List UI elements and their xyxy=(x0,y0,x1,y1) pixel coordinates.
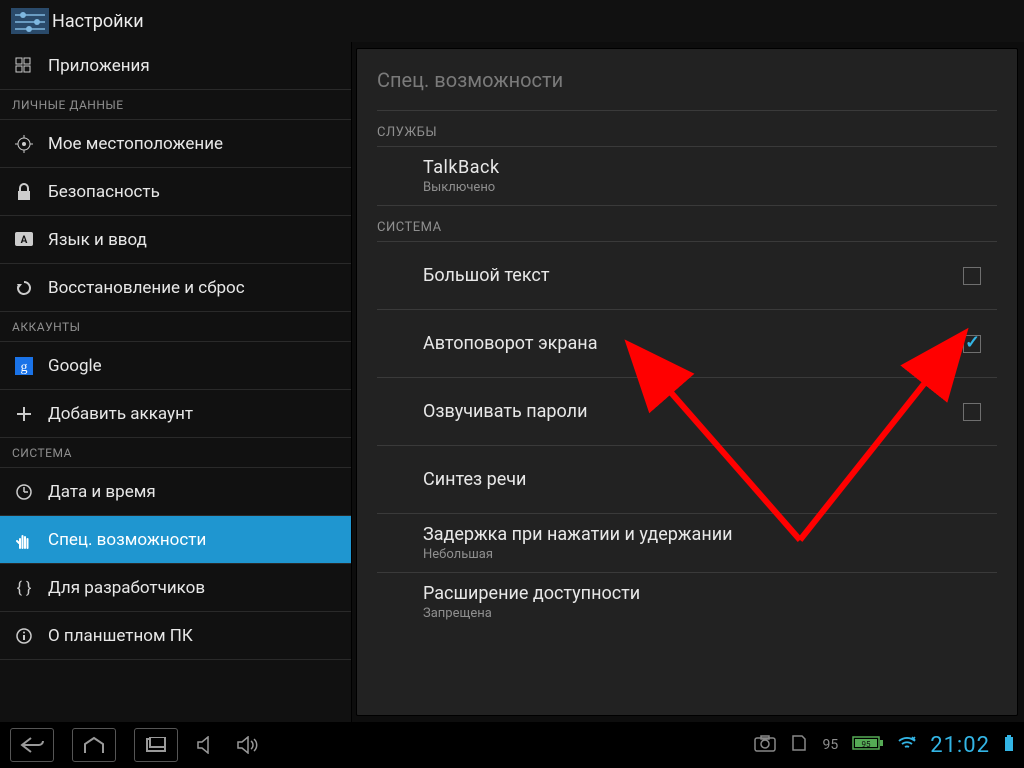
backup-icon xyxy=(10,279,38,297)
row-tts[interactable]: Синтез речи xyxy=(377,446,997,514)
row-subtitle: Выключено xyxy=(423,180,997,195)
screenshot-icon[interactable] xyxy=(754,734,776,756)
sidebar-item-datetime[interactable]: Дата и время xyxy=(0,468,351,516)
sidebar-item-language[interactable]: A Язык и ввод xyxy=(0,216,351,264)
apps-icon xyxy=(10,57,38,75)
sidebar-header-system: СИСТЕМА xyxy=(0,438,351,468)
language-icon: A xyxy=(10,232,38,248)
sidebar-item-label: Добавить аккаунт xyxy=(48,404,193,424)
detail-pane: Спец. возможности СЛУЖБЫ TalkBack Выключ… xyxy=(356,48,1018,716)
battery-small-icon xyxy=(1004,734,1014,756)
sidebar-item-label: Дата и время xyxy=(48,482,156,502)
sidebar-item-label: Мое местоположение xyxy=(48,134,223,154)
row-touch-delay[interactable]: Задержка при нажатии и удержании Небольш… xyxy=(377,514,997,573)
nav-back-button[interactable] xyxy=(10,728,54,762)
section-system: СИСТЕМА xyxy=(377,206,997,242)
checkbox-speak-passwords[interactable] xyxy=(963,403,981,421)
sidebar-item-developer[interactable]: { } Для разработчиков xyxy=(0,564,351,612)
battery-icon: 95 xyxy=(852,735,884,755)
sidebar-item-google[interactable]: g Google xyxy=(0,342,351,390)
nav-volume-down[interactable] xyxy=(196,728,218,762)
row-speak-passwords[interactable]: Озвучивать пароли xyxy=(377,378,997,446)
settings-sidebar: Приложения ЛИЧНЫЕ ДАННЫЕ Мое местоположе… xyxy=(0,42,352,722)
row-subtitle: Небольшая xyxy=(423,547,997,562)
sidebar-item-label: Приложения xyxy=(48,56,150,76)
location-icon xyxy=(10,135,38,153)
wifi-icon xyxy=(898,735,916,755)
sidebar-header-personal: ЛИЧНЫЕ ДАННЫЕ xyxy=(0,90,351,120)
row-title: Расширение доступности xyxy=(423,583,997,604)
lock-icon xyxy=(10,183,38,201)
row-title: Задержка при нажатии и удержании xyxy=(423,524,997,545)
checkbox-large-text[interactable] xyxy=(963,267,981,285)
row-talkback[interactable]: TalkBack Выключено xyxy=(377,147,997,206)
sidebar-item-accessibility[interactable]: Спец. возможности xyxy=(0,516,351,564)
settings-app-icon xyxy=(8,7,52,35)
braces-icon: { } xyxy=(10,578,38,597)
sidebar-item-label: Восстановление и сброс xyxy=(48,278,245,298)
nav-home-button[interactable] xyxy=(72,728,116,762)
header-title: Настройки xyxy=(52,11,144,32)
row-title: Большой текст xyxy=(423,265,963,286)
row-subtitle: Запрещена xyxy=(423,606,997,621)
nav-volume-up[interactable] xyxy=(236,728,262,762)
sidebar-item-label: Язык и ввод xyxy=(48,230,147,250)
sidebar-item-label: Для разработчиков xyxy=(48,578,205,598)
sidebar-item-apps[interactable]: Приложения xyxy=(0,42,351,90)
row-title: TalkBack xyxy=(423,157,997,178)
system-navbar: 95 95 21:02 xyxy=(0,722,1024,768)
sidebar-item-location[interactable]: Мое местоположение xyxy=(0,120,351,168)
svg-text:95: 95 xyxy=(862,740,871,749)
sidebar-item-label: Безопасность xyxy=(48,182,160,202)
svg-text:g: g xyxy=(21,360,28,375)
header-bar: Настройки xyxy=(0,0,1024,42)
sidebar-item-about[interactable]: О планшетном ПК xyxy=(0,612,351,660)
sidebar-item-security[interactable]: Безопасность xyxy=(0,168,351,216)
detail-title: Спец. возможности xyxy=(377,49,997,111)
nav-recent-button[interactable] xyxy=(134,728,178,762)
hand-icon xyxy=(10,531,38,549)
checkbox-autorotate[interactable] xyxy=(963,335,981,353)
row-large-text[interactable]: Большой текст xyxy=(377,242,997,310)
section-services: СЛУЖБЫ xyxy=(377,111,997,147)
svg-text:A: A xyxy=(21,235,28,246)
sidebar-header-accounts: АККАУНТЫ xyxy=(0,312,351,342)
clock-icon xyxy=(10,483,38,501)
google-icon: g xyxy=(10,357,38,375)
plus-icon xyxy=(10,406,38,422)
sidebar-item-label: Google xyxy=(48,356,102,376)
sidebar-item-label: О планшетном ПК xyxy=(48,626,193,646)
sidebar-item-add-account[interactable]: Добавить аккаунт xyxy=(0,390,351,438)
row-title: Автоповорот экрана xyxy=(423,333,963,354)
battery-percent: 95 xyxy=(822,737,838,753)
row-title: Озвучивать пароли xyxy=(423,401,963,422)
row-title: Синтез речи xyxy=(423,469,997,490)
sidebar-item-label: Спец. возможности xyxy=(48,530,206,550)
clock[interactable]: 21:02 xyxy=(930,733,990,758)
row-autorotate[interactable]: Автоповорот экрана xyxy=(377,310,997,378)
sidebar-item-backup[interactable]: Восстановление и сброс xyxy=(0,264,351,312)
row-a11y-ext[interactable]: Расширение доступности Запрещена xyxy=(377,573,997,631)
sdcard-icon xyxy=(790,734,808,756)
info-icon xyxy=(10,627,38,645)
